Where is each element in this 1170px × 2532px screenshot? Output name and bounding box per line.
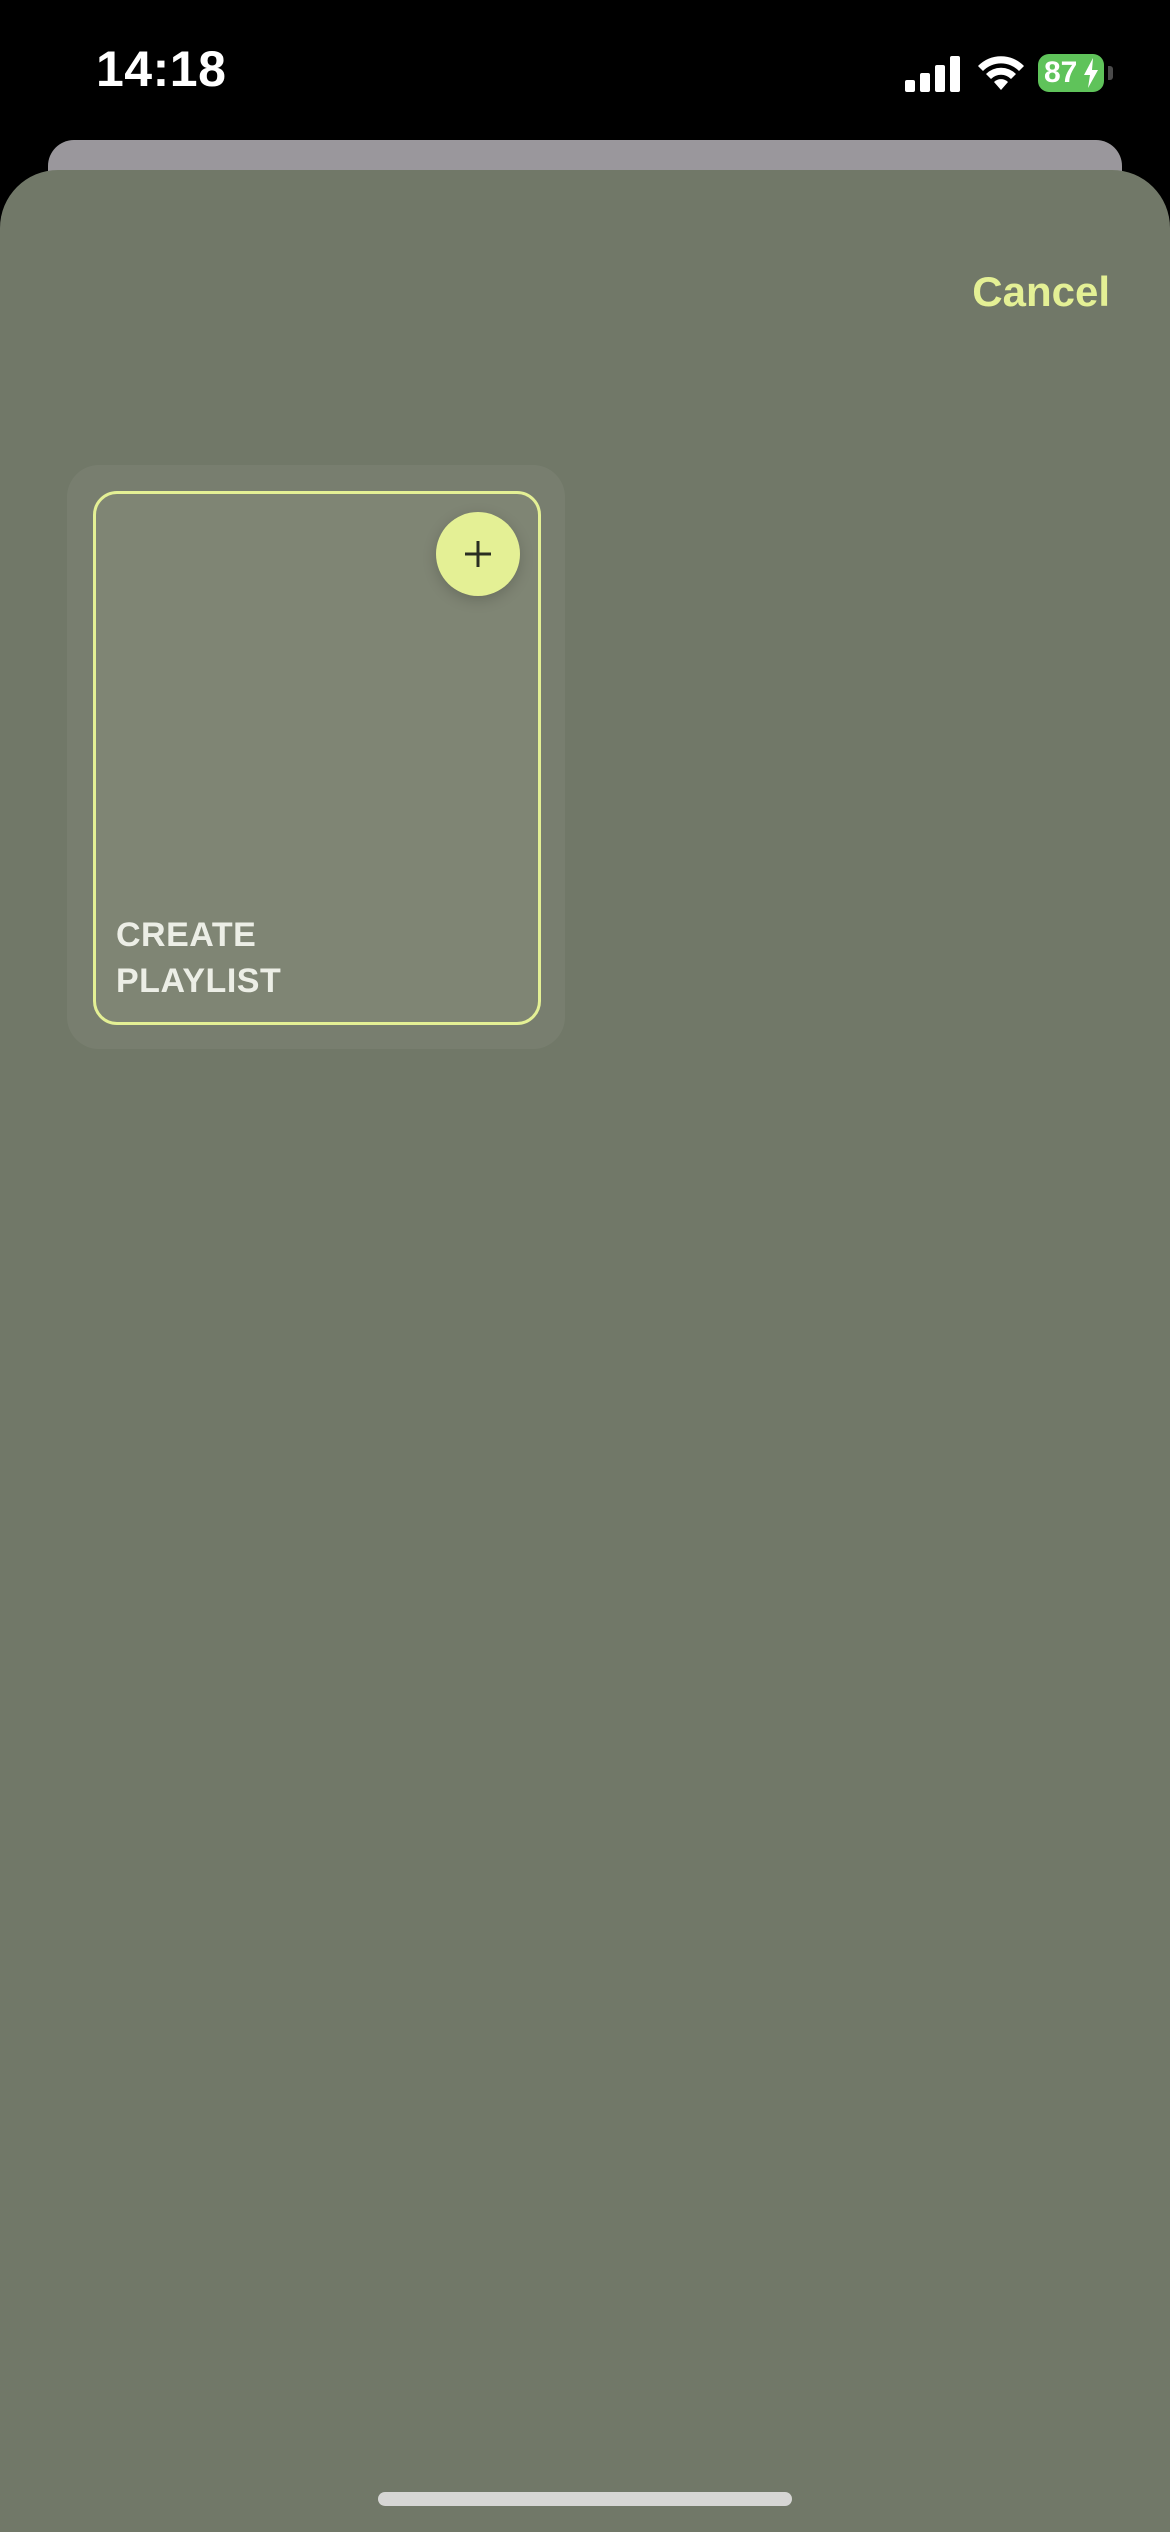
battery-tip [1108,66,1113,80]
create-playlist-tile[interactable]: CREATE PLAYLIST [93,491,541,1025]
battery-icon: 87 [1038,54,1104,92]
create-playlist-tile-container: CREATE PLAYLIST [67,465,565,1049]
cancel-button[interactable]: Cancel [972,268,1110,316]
home-indicator[interactable] [378,2492,792,2506]
status-bar: 14:18 87 [0,0,1170,140]
battery-level: 87 [1044,56,1078,89]
signal-icon [905,56,961,92]
modal-sheet: Cancel CREATE PLAYLIST [0,170,1170,2532]
charging-bolt-icon [1084,58,1098,88]
wifi-icon [978,56,1024,90]
label-line-1: CREATE [116,916,257,954]
status-time: 14:18 [96,41,227,97]
label-line-2: PLAYLIST [116,962,282,1000]
create-playlist-label: CREATE PLAYLIST [116,912,416,1004]
plus-icon [465,541,491,567]
screen: 14:18 87 Cancel CREATE PLAYLIST [0,0,1170,2532]
add-button[interactable] [436,512,520,596]
